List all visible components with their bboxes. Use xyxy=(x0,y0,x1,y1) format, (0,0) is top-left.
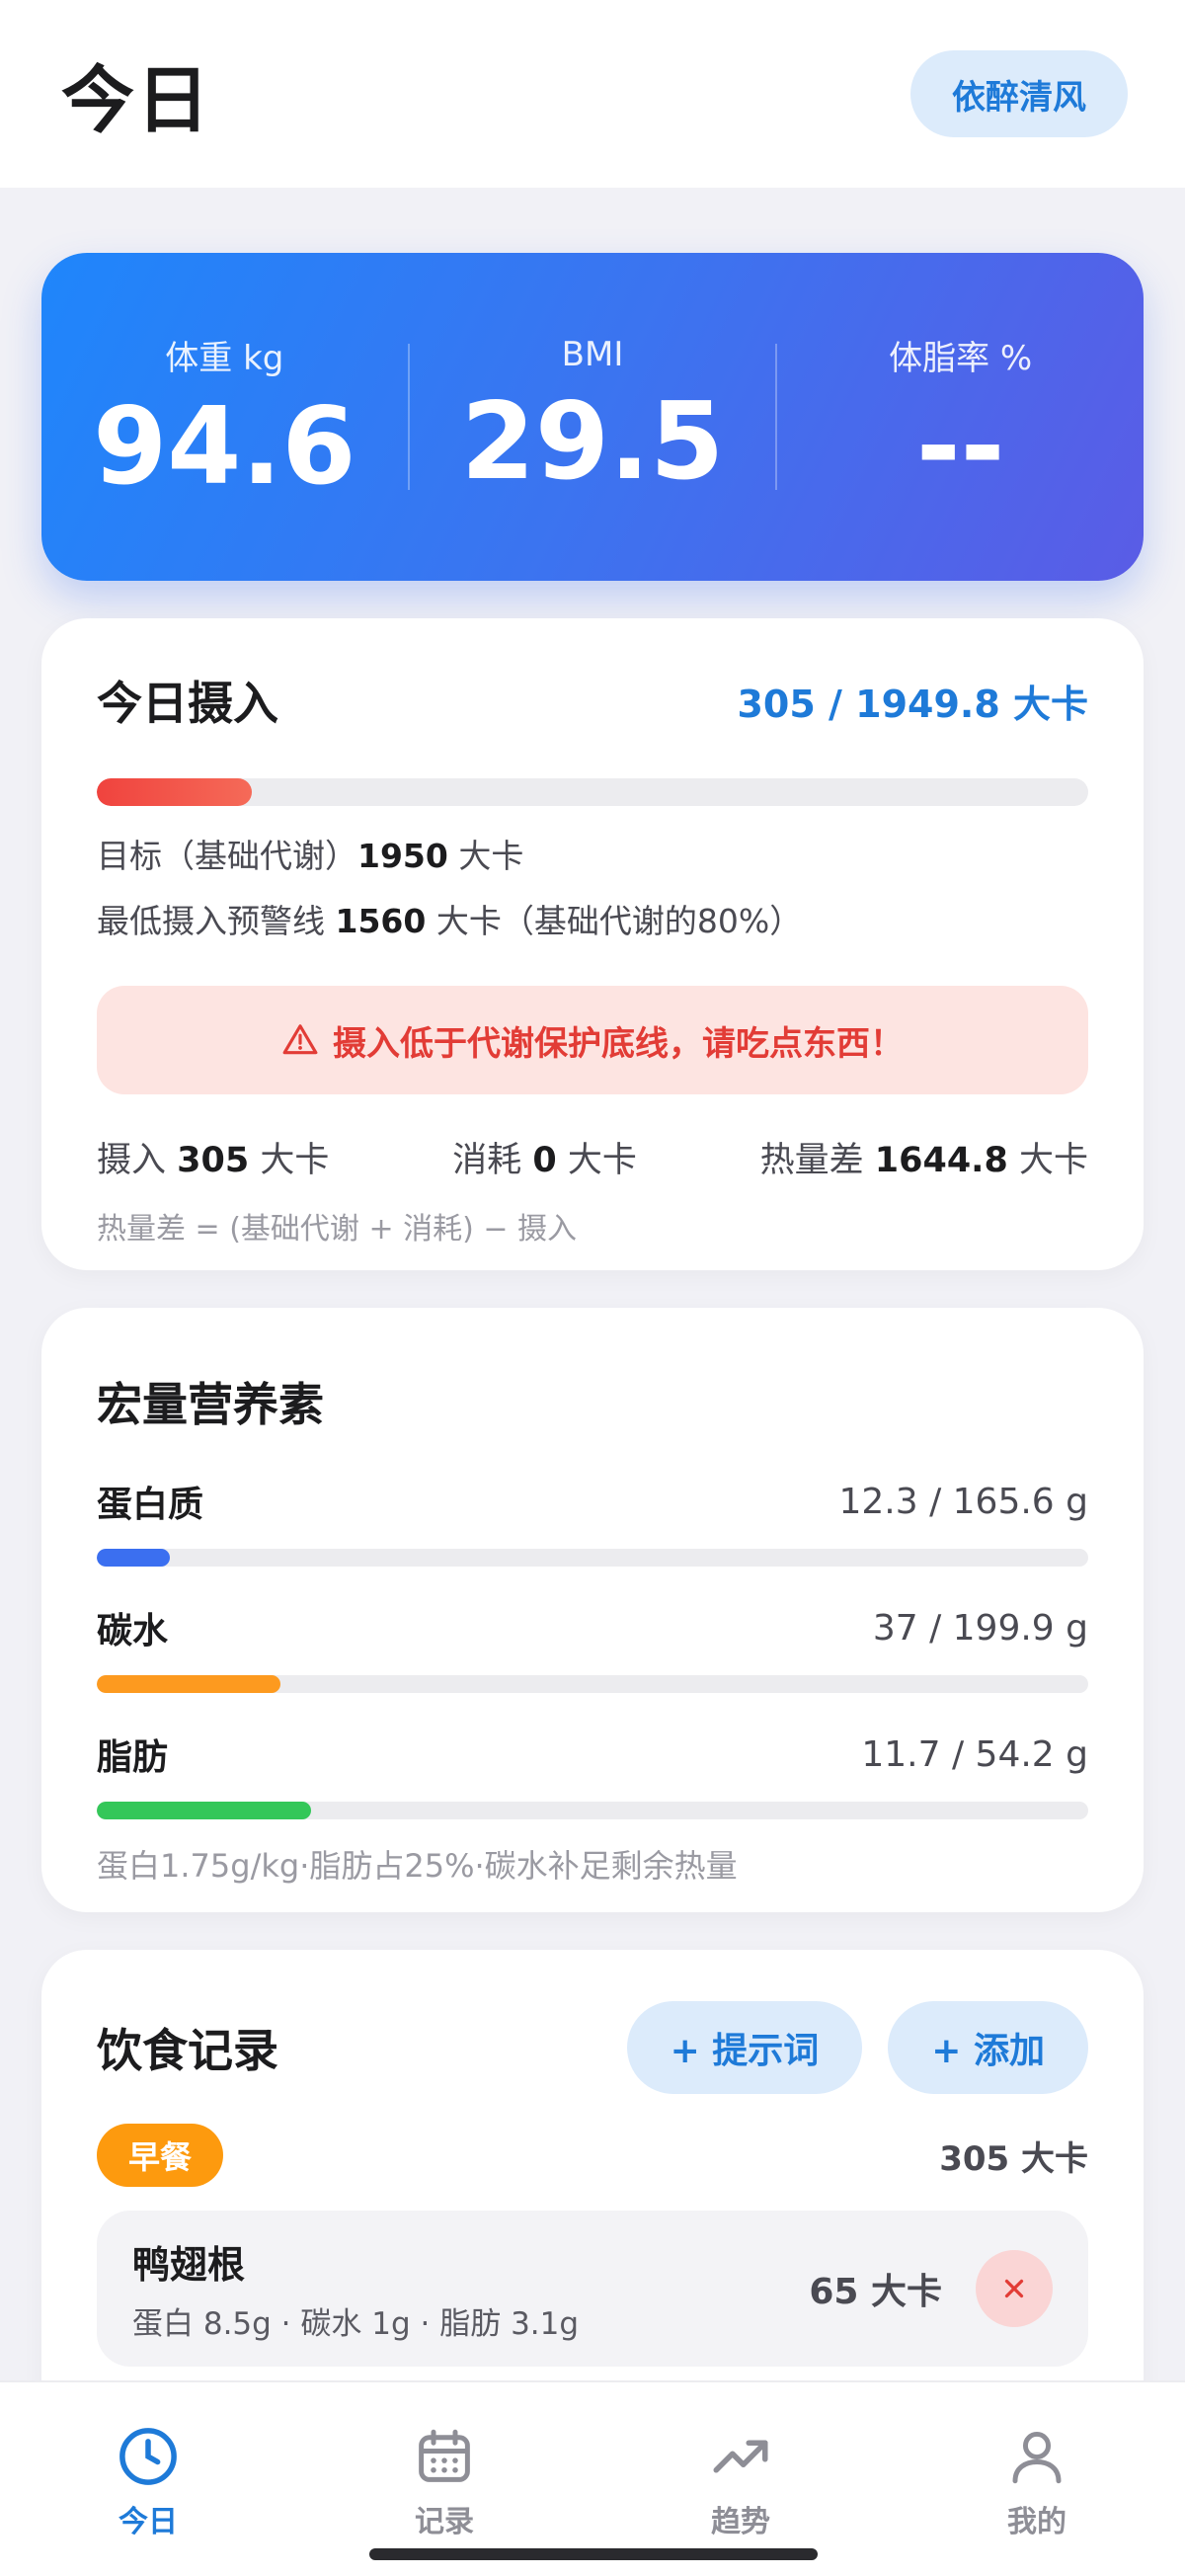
burn-value: 0 xyxy=(532,1141,557,1180)
carbs-progress-fill xyxy=(97,1675,280,1693)
food-macros: 蛋白 8.5g · 碳水 1g · 脂肪 3.1g xyxy=(132,2306,580,2342)
top-header: 今日 依醉清风 xyxy=(0,0,1185,188)
target-prefix: 目标（基础代谢） xyxy=(97,837,357,875)
meal-calories: 305 大卡 xyxy=(939,2138,1088,2179)
calendar-icon xyxy=(419,2429,470,2482)
protein-row: 蛋白质 12.3 / 165.6 g xyxy=(97,1476,1088,1527)
weight-stat: 体重 kg 94.6 xyxy=(41,331,408,503)
bmi-stat: BMI 29.5 xyxy=(410,335,776,498)
food-log-title: 饮食记录 xyxy=(97,2024,278,2077)
carbs-row: 碳水 37 / 199.9 g xyxy=(97,1602,1088,1653)
tab-today[interactable]: 今日 xyxy=(0,2382,296,2576)
body-fat-label: 体脂率 % xyxy=(889,338,1033,378)
macros-note: 蛋白1.75g/kg·脂肪占25%·碳水补足剩余热量 xyxy=(97,1847,738,1885)
fat-name: 脂肪 xyxy=(97,1737,169,1778)
bottom-tab-bar: 今日 记录 趋势 我的 xyxy=(0,2380,1185,2576)
carbs-value: 37 / 199.9 g xyxy=(872,1607,1088,1649)
clock-icon xyxy=(119,2428,177,2485)
energy-balance-row: 摄入 305 大卡 消耗 0 大卡 热量差 1644.8 大卡 xyxy=(97,1132,1088,1182)
intake-label: 摄入 xyxy=(97,1141,167,1180)
trend-icon xyxy=(713,2440,768,2473)
tab-today-label: 今日 xyxy=(118,2505,178,2539)
close-icon xyxy=(1004,2279,1024,2298)
fat-progress-bar xyxy=(97,1802,1088,1819)
protein-progress-bar xyxy=(97,1549,1088,1567)
burn-stat: 消耗 0 大卡 xyxy=(452,1132,637,1182)
protein-progress-fill xyxy=(97,1549,171,1567)
burn-label: 消耗 xyxy=(452,1141,522,1180)
tab-me-label: 我的 xyxy=(1007,2505,1066,2539)
deficit-value: 1644.8 xyxy=(874,1141,1008,1180)
bmi-value: 29.5 xyxy=(460,380,725,505)
tab-trends[interactable]: 趋势 xyxy=(592,2382,889,2576)
add-food-button[interactable]: + 添加 xyxy=(888,2001,1088,2094)
target-value: 1950 xyxy=(357,837,448,875)
intake-value: 305 xyxy=(177,1141,250,1180)
weight-label: 体重 kg xyxy=(165,338,284,378)
body-stats-card[interactable]: 体重 kg 94.6 BMI 29.5 体脂率 % -- xyxy=(41,253,1144,581)
intake-progress-bar xyxy=(97,778,1088,806)
tab-records[interactable]: 记录 xyxy=(296,2382,592,2576)
carbs-name: 碳水 xyxy=(97,1611,169,1651)
meal-tag: 早餐 xyxy=(97,2124,224,2187)
tab-me[interactable]: 我的 xyxy=(889,2382,1185,2576)
food-item[interactable]: 鸭翅根 蛋白 8.5g · 碳水 1g · 脂肪 3.1g 65 大卡 xyxy=(97,2211,1088,2367)
home-indicator xyxy=(369,2548,818,2560)
low-intake-alert: 摄入低于代谢保护底线，请吃点东西！ xyxy=(97,986,1088,1094)
carbs-progress-bar xyxy=(97,1675,1088,1693)
protein-name: 蛋白质 xyxy=(97,1485,204,1525)
fat-progress-fill xyxy=(97,1802,311,1819)
tab-records-label: 记录 xyxy=(415,2505,474,2539)
food-calories: 65 大卡 xyxy=(809,2272,942,2312)
prompt-button[interactable]: + 提示词 xyxy=(626,2001,863,2094)
deficit-stat: 热量差 1644.8 大卡 xyxy=(760,1132,1088,1182)
bmi-label: BMI xyxy=(561,335,624,375)
person-icon xyxy=(1012,2431,1062,2484)
weight-value: 94.6 xyxy=(93,384,356,509)
page-title: 今日 xyxy=(61,57,211,143)
food-name: 鸭翅根 xyxy=(132,2243,246,2287)
meal-header: 早餐 305 大卡 xyxy=(97,2124,1088,2187)
intake-title: 今日摄入 xyxy=(97,677,278,730)
deficit-formula: 热量差 = (基础代谢 + 消耗) − 摄入 xyxy=(97,1212,578,1247)
fat-value: 11.7 / 54.2 g xyxy=(861,1733,1088,1775)
min-value: 1560 xyxy=(335,902,427,940)
burn-unit: 大卡 xyxy=(567,1141,637,1180)
intake-summary: 305 / 1949.8 大卡 xyxy=(737,682,1088,726)
min-intake-line: 最低摄入预警线 1560 大卡（基础代谢的80%） xyxy=(97,895,1088,942)
user-name-button[interactable]: 依醉清风 xyxy=(910,50,1128,137)
alert-text: 摄入低于代谢保护底线，请吃点东西！ xyxy=(333,1023,904,1064)
deficit-unit: 大卡 xyxy=(1018,1141,1088,1180)
target-line: 目标（基础代谢）1950 大卡 xyxy=(97,830,1088,877)
min-prefix: 最低摄入预警线 xyxy=(97,902,325,940)
delete-food-button[interactable] xyxy=(976,2250,1053,2327)
intake-stat: 摄入 305 大卡 xyxy=(97,1132,329,1182)
intake-progress-fill xyxy=(97,778,252,806)
macros-title: 宏量营养素 xyxy=(97,1378,324,1431)
intake-card: 今日摄入 305 / 1949.8 大卡 目标（基础代谢）1950 大卡 最低摄… xyxy=(41,618,1144,1270)
tab-trends-label: 趋势 xyxy=(711,2505,770,2539)
macros-card: 宏量营养素 蛋白质 12.3 / 165.6 g 碳水 37 / 199.9 g… xyxy=(41,1308,1144,1912)
intake-unit: 大卡 xyxy=(260,1141,330,1180)
protein-value: 12.3 / 165.6 g xyxy=(838,1481,1088,1522)
target-unit: 大卡 xyxy=(458,837,524,875)
warning-icon xyxy=(282,1024,318,1055)
deficit-label: 热量差 xyxy=(759,1141,864,1180)
body-fat-stat: 体脂率 % -- xyxy=(777,331,1144,503)
min-suffix: 大卡（基础代谢的80%） xyxy=(435,902,803,940)
body-fat-value: -- xyxy=(915,384,1005,509)
fat-row: 脂肪 11.7 / 54.2 g xyxy=(97,1729,1088,1780)
